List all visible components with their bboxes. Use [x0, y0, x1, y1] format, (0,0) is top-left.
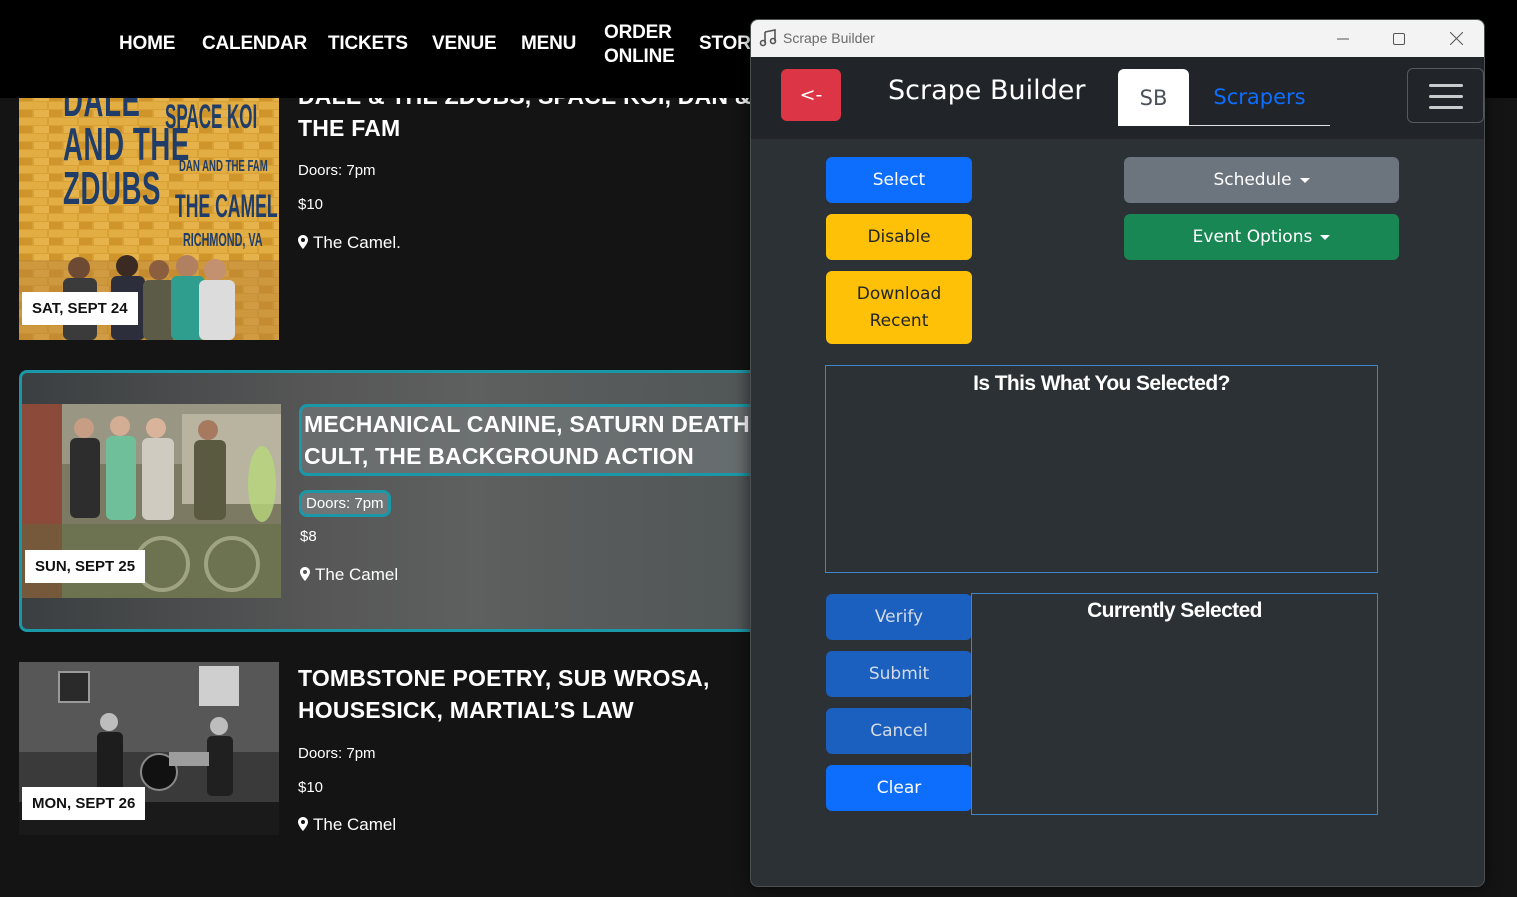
verify-button[interactable]: Verify [826, 594, 972, 640]
close-icon [1449, 32, 1463, 45]
select-button[interactable]: Select [826, 157, 972, 203]
selection-preview-title: Is This What You Selected? [973, 372, 1230, 395]
nav-order-line2: ONLINE [604, 46, 675, 67]
caret-down-icon [1299, 177, 1310, 183]
event-title-line2[interactable]: CULT, THE BACKGROUND ACTION [304, 440, 694, 472]
minimize-button[interactable] [1315, 20, 1371, 57]
tab-scrapers[interactable]: Scrapers [1189, 69, 1330, 126]
scrape-builder-window: Scrape Builder <- Scrape Builder SB Scra… [750, 19, 1485, 887]
back-button[interactable]: <- [781, 69, 841, 121]
event-venue-label: The Camel [313, 815, 397, 834]
music-note-icon [759, 29, 777, 47]
event-options-dropdown[interactable]: Event Options [1124, 214, 1399, 260]
schedule-dropdown[interactable]: Schedule [1124, 157, 1399, 203]
window-titlebar[interactable]: Scrape Builder [751, 20, 1484, 57]
download-recent-line2: Recent [869, 310, 929, 331]
poster-venue: THE CAMEL [175, 188, 278, 224]
nav-home[interactable]: HOME [119, 33, 175, 55]
event-options-label: Event Options [1192, 226, 1313, 247]
event-venue[interactable]: The Camel [300, 565, 398, 585]
poster-support-2: DAN AND THE FAM [179, 158, 268, 175]
event-doors: Doors: 7pm [306, 495, 384, 512]
minimize-icon [1337, 38, 1349, 39]
event-doors: Doors: 7pm [298, 745, 376, 762]
download-recent-line1: Download [856, 283, 942, 304]
nav-calendar[interactable]: CALENDAR [202, 33, 307, 55]
disable-button[interactable]: Disable [826, 214, 972, 260]
event-venue-label: The Camel [315, 565, 399, 584]
event-venue[interactable]: The Camel [298, 815, 396, 835]
menu-toggle-button[interactable] [1407, 68, 1484, 123]
nav-venue[interactable]: VENUE [432, 33, 497, 55]
close-button[interactable] [1428, 20, 1484, 57]
map-marker-icon [300, 567, 310, 581]
event-doors: Doors: 7pm [298, 162, 376, 179]
poster-city: RICHMOND, VA [183, 230, 263, 250]
app-brand-title: Scrape Builder [888, 75, 1086, 106]
poster-support-1: SPACE KOI [165, 98, 258, 136]
cancel-button[interactable]: Cancel [826, 708, 972, 754]
event-title-line2[interactable]: THE FAM [298, 112, 400, 144]
event-title-line2[interactable]: HOUSESICK, MARTIAL’S LAW [298, 694, 634, 726]
clear-button[interactable]: Clear [826, 765, 972, 811]
nav-order-line1: ORDER [604, 22, 672, 43]
schedule-label: Schedule [1213, 169, 1292, 190]
window-title: Scrape Builder [783, 30, 875, 46]
currently-selected-title: Currently Selected [1087, 599, 1262, 622]
event-date-badge: SUN, SEPT 25 [25, 550, 146, 583]
map-marker-icon [298, 235, 308, 249]
download-recent-button[interactable]: Download Recent [826, 271, 972, 344]
event-title-line1[interactable]: TOMBSTONE POETRY, SUB WROSA, [298, 662, 710, 694]
hamburger-menu-icon [1429, 95, 1463, 98]
tab-sb[interactable]: SB [1118, 69, 1189, 126]
screen: HOME CALENDAR TICKETS VENUE MENU ORDER O… [0, 0, 1517, 897]
nav-tickets[interactable]: TICKETS [328, 33, 408, 55]
event-price: $8 [300, 528, 317, 545]
event-price: $10 [298, 196, 324, 213]
event-doors-highlight: Doors: 7pm [299, 490, 391, 517]
event-date-badge: SAT, SEPT 24 [22, 292, 138, 325]
event-venue-label: The Camel. [313, 233, 401, 252]
nav-order-online[interactable]: ORDER ONLINE [604, 21, 675, 69]
app-header: <- Scrape Builder SB Scrapers [751, 57, 1484, 139]
maximize-icon [1393, 32, 1405, 45]
event-date-badge: MON, SEPT 26 [22, 787, 146, 820]
caret-down-icon [1320, 234, 1331, 240]
hamburger-menu-icon [1429, 106, 1463, 109]
selection-preview-panel: Is This What You Selected? [825, 365, 1378, 573]
event-title-line1[interactable]: MECHANICAL CANINE, SATURN DEATH [304, 408, 750, 440]
submit-button[interactable]: Submit [826, 651, 972, 697]
event-price: $10 [298, 779, 324, 796]
nav-menu[interactable]: MENU [521, 33, 576, 55]
currently-selected-panel: Currently Selected [971, 593, 1378, 815]
event-venue[interactable]: The Camel. [298, 233, 401, 253]
hamburger-menu-icon [1429, 84, 1463, 87]
maximize-button[interactable] [1371, 20, 1427, 57]
map-marker-icon [298, 817, 308, 831]
event-card-3[interactable]: MON, SEPT 26 TOMBSTONE POETRY, SUB WROSA… [0, 650, 750, 850]
